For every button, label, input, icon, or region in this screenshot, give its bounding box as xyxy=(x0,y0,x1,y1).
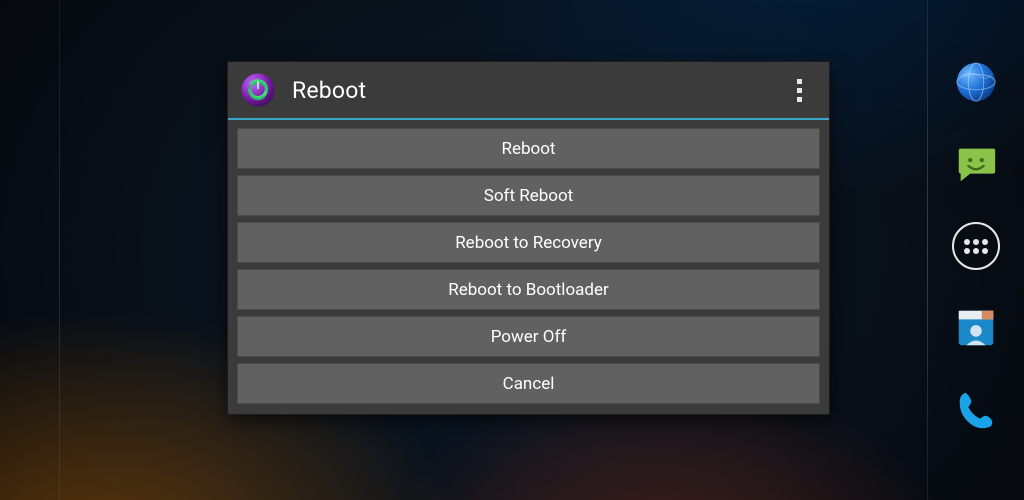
dock-app-messaging[interactable] xyxy=(952,140,1000,188)
dock-app-browser[interactable] xyxy=(952,58,1000,106)
left-guide-line xyxy=(59,0,60,500)
overflow-icon xyxy=(797,79,802,102)
message-icon xyxy=(953,141,999,187)
dialog-header: Reboot xyxy=(228,62,829,120)
app-drawer-icon xyxy=(952,222,1000,270)
contacts-icon xyxy=(953,305,999,351)
dock-app-phone[interactable] xyxy=(952,386,1000,434)
reboot-to-recovery-button[interactable]: Reboot to Recovery xyxy=(237,222,820,263)
dialog-body: Reboot Soft Reboot Reboot to Recovery Re… xyxy=(228,120,829,414)
soft-reboot-button[interactable]: Soft Reboot xyxy=(237,175,820,216)
globe-icon xyxy=(953,59,999,105)
phone-icon xyxy=(953,387,999,433)
dock-app-contacts[interactable] xyxy=(952,304,1000,352)
dialog-title: Reboot xyxy=(292,77,777,104)
dock xyxy=(928,0,1024,500)
reboot-button[interactable]: Reboot xyxy=(237,128,820,169)
dock-app-drawer[interactable] xyxy=(952,222,1000,270)
reboot-dialog: Reboot Reboot Soft Reboot Reboot to Reco… xyxy=(227,61,830,415)
power-off-button[interactable]: Power Off xyxy=(237,316,820,357)
overflow-menu-button[interactable] xyxy=(777,68,821,112)
cancel-button[interactable]: Cancel xyxy=(237,363,820,404)
reboot-to-bootloader-button[interactable]: Reboot to Bootloader xyxy=(237,269,820,310)
reboot-app-icon xyxy=(238,70,278,110)
